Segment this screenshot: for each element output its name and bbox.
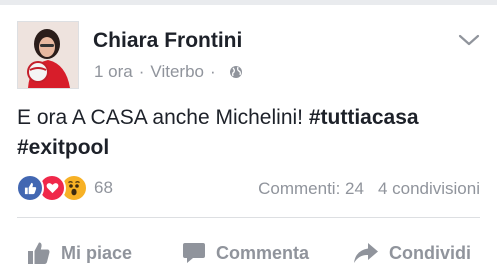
- comment-button[interactable]: Commenta: [182, 231, 309, 275]
- meta-separator: ·: [138, 62, 145, 81]
- meta-separator: ·: [209, 62, 216, 81]
- like-button-label: Mi piace: [61, 242, 133, 263]
- share-arrow-icon: [354, 243, 378, 263]
- thumbs-up-icon: [28, 242, 50, 264]
- post-time[interactable]: 1 ora: [94, 62, 133, 82]
- post-location[interactable]: Viterbo: [150, 62, 204, 82]
- comment-icon: [183, 243, 205, 263]
- author-name[interactable]: Chiara Frontini: [93, 29, 242, 53]
- like-button[interactable]: Mi piace: [27, 231, 132, 275]
- reactions-summary[interactable]: 68: [16, 174, 113, 202]
- post-text: E ora A CASA anche Michelini! #tuttiacas…: [17, 103, 487, 163]
- engagement-stats: Commenti: 24 4 condivisioni: [258, 179, 480, 199]
- action-bar: Mi piace Commenta Condividi: [0, 231, 497, 275]
- hashtag-link[interactable]: #exitpool: [17, 136, 109, 159]
- post-meta: 1 ora · Viterbo ·: [94, 62, 243, 82]
- share-button[interactable]: Condividi: [353, 231, 471, 275]
- reaction-count: 68: [94, 178, 113, 197]
- comment-button-label: Commenta: [216, 242, 310, 263]
- comments-count[interactable]: Commenti: 24: [258, 179, 364, 199]
- share-button-label: Condividi: [389, 242, 471, 263]
- shares-count[interactable]: 4 condivisioni: [378, 179, 480, 199]
- divider: [17, 217, 480, 218]
- post-text-body: E ora A CASA anche Michelini!: [17, 106, 303, 129]
- chevron-down-icon[interactable]: [458, 33, 480, 47]
- globe-icon: [229, 66, 242, 78]
- hashtag-link[interactable]: #tuttiacasa: [309, 106, 419, 129]
- facebook-post: Chiara Frontini 1 ora · Viterbo · E ora …: [0, 5, 497, 280]
- author-avatar[interactable]: [17, 21, 79, 89]
- like-icon: [16, 174, 44, 202]
